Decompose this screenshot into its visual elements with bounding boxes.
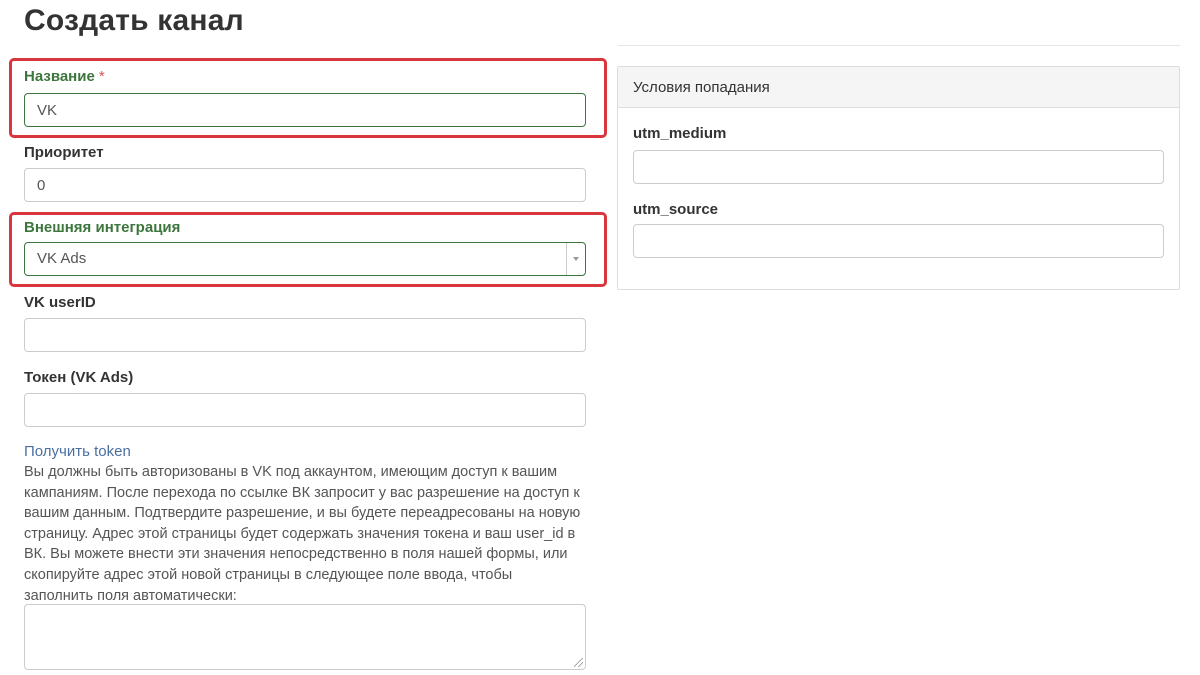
token-url-textarea[interactable] [24, 604, 586, 670]
integration-select[interactable]: VK Ads [24, 242, 586, 276]
title-divider [618, 45, 1180, 46]
conditions-panel-heading: Условия попадания [618, 67, 1179, 108]
name-label: Название * [24, 68, 105, 85]
vk-userid-input[interactable] [24, 318, 586, 352]
utm-source-input[interactable] [633, 224, 1164, 258]
resize-grip-icon[interactable] [574, 658, 583, 667]
create-channel-page: Создать канал Название* Приоритет Внешня… [0, 0, 1200, 675]
caret-down-icon [573, 257, 579, 261]
utm-source-label: utm_source [633, 201, 719, 218]
vk-userid-label: VK userID [24, 294, 96, 311]
name-input[interactable] [24, 93, 586, 127]
utm-medium-label: utm_medium [633, 125, 727, 142]
get-token-link[interactable]: Получить token [24, 443, 131, 460]
priority-label: Приоритет [24, 144, 104, 161]
token-help-text: Вы должны быть авторизованы в VK под акк… [24, 464, 581, 604]
name-label-text: Название [24, 68, 95, 85]
required-mark: * [98, 68, 105, 85]
integration-select-value: VK Ads [37, 250, 87, 267]
utm-medium-input[interactable] [633, 150, 1164, 184]
page-title: Создать канал [24, 4, 244, 37]
token-label: Токен (VK Ads) [24, 369, 134, 386]
token-input[interactable] [24, 393, 586, 427]
integration-label: Внешняя интеграция [24, 219, 181, 236]
select-arrow-box[interactable] [566, 243, 585, 275]
priority-input[interactable] [24, 168, 586, 202]
conditions-panel: Условия попадания utm_medium utm_source [617, 66, 1180, 290]
